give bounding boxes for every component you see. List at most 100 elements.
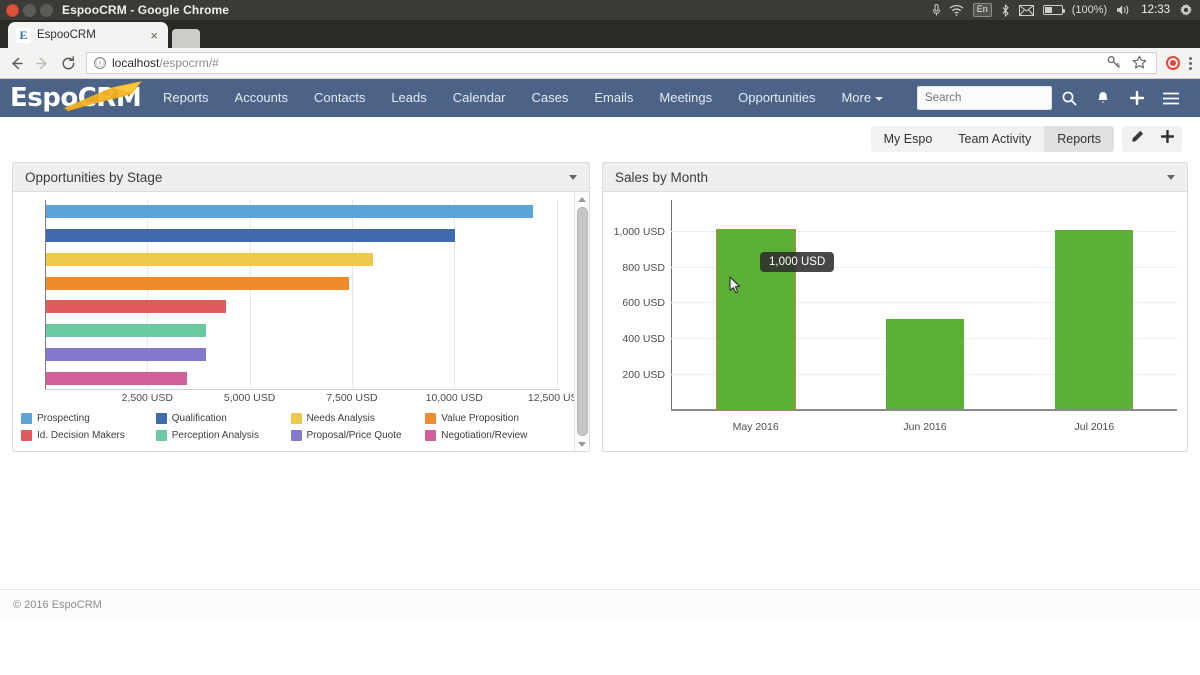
forward-arrow-icon[interactable] bbox=[34, 55, 51, 72]
legend-label: Id. Decision Makers bbox=[37, 430, 125, 441]
nav-link-opportunities[interactable]: Opportunities bbox=[725, 79, 828, 117]
bar[interactable] bbox=[46, 324, 206, 337]
nav-link-more[interactable]: More bbox=[828, 79, 896, 117]
legend-item[interactable]: Id. Decision Makers bbox=[19, 427, 154, 444]
address-bar-url: localhost/espocrm/# bbox=[112, 56, 1101, 70]
axis-tick-label: 800 USD bbox=[622, 262, 665, 274]
search-icon[interactable] bbox=[1052, 79, 1086, 117]
legend-item[interactable]: Negotiation/Review bbox=[423, 427, 558, 444]
window-controls bbox=[0, 4, 53, 17]
legend-item[interactable]: Perception Analysis bbox=[154, 427, 289, 444]
axis-tick-label: 2,500 USD bbox=[122, 392, 173, 404]
axis-tick-label: 200 USD bbox=[622, 369, 665, 381]
scrollbar-thumb[interactable] bbox=[577, 207, 588, 436]
window-maximize-button[interactable] bbox=[40, 4, 53, 17]
legend-item[interactable]: Prospecting bbox=[19, 410, 154, 427]
dashboard-page: My Espo Team Activity Reports Opportunit… bbox=[0, 117, 1200, 619]
bar[interactable] bbox=[46, 277, 349, 290]
bar[interactable] bbox=[46, 205, 533, 218]
password-key-icon[interactable] bbox=[1107, 55, 1124, 72]
scrollbar-down-arrow-icon[interactable] bbox=[575, 437, 590, 451]
legend-label: Needs Analysis bbox=[307, 413, 375, 424]
legend-item[interactable]: Qualification bbox=[154, 410, 289, 427]
scrollbar-up-arrow-icon[interactable] bbox=[575, 192, 590, 206]
bar[interactable] bbox=[886, 319, 964, 409]
global-search-input[interactable] bbox=[917, 86, 1052, 110]
legend-swatch bbox=[425, 430, 436, 441]
site-info-icon[interactable]: ⓘ bbox=[94, 57, 106, 69]
bar[interactable] bbox=[46, 372, 187, 385]
gear-icon[interactable] bbox=[1179, 3, 1193, 17]
espocrm-logo[interactable]: Espo CRM bbox=[0, 79, 146, 117]
sales-bar-chart: 200 USD400 USD600 USD800 USD1,000 USDMay… bbox=[603, 192, 1187, 451]
address-bar[interactable]: ⓘ localhost/espocrm/# bbox=[86, 52, 1157, 74]
bookmark-star-icon[interactable] bbox=[1132, 55, 1149, 72]
legend-label: Perception Analysis bbox=[172, 430, 259, 441]
kebab-menu-icon[interactable] bbox=[1189, 57, 1192, 70]
mouse-cursor-icon bbox=[729, 276, 741, 295]
bar[interactable] bbox=[46, 253, 373, 266]
reload-icon[interactable] bbox=[60, 55, 77, 72]
legend-label: Prospecting bbox=[37, 413, 90, 424]
add-dashlet-plus-icon[interactable] bbox=[1152, 126, 1182, 152]
keyboard-language-indicator[interactable]: En bbox=[973, 3, 992, 17]
legend-label: Value Proposition bbox=[441, 413, 519, 424]
dashlet-title: Sales by Month bbox=[615, 170, 708, 185]
back-arrow-icon[interactable] bbox=[8, 55, 25, 72]
dashlet-scrollbar[interactable] bbox=[574, 192, 589, 451]
tab-team-activity[interactable]: Team Activity bbox=[945, 126, 1044, 152]
notifications-bell-icon[interactable] bbox=[1086, 79, 1120, 117]
logo-text-secondary: CRM bbox=[78, 83, 141, 113]
volume-icon[interactable] bbox=[1116, 4, 1132, 16]
wifi-icon[interactable] bbox=[949, 5, 964, 16]
tab-reports[interactable]: Reports bbox=[1044, 126, 1114, 152]
nav-link-reports[interactable]: Reports bbox=[150, 79, 222, 117]
opportunities-bar-chart: 2,500 USD5,000 USD7,500 USD10,000 USD12,… bbox=[13, 192, 574, 451]
tab-close-icon[interactable]: × bbox=[148, 29, 160, 42]
mail-icon[interactable] bbox=[1019, 5, 1034, 16]
chevron-down-icon[interactable] bbox=[1167, 175, 1175, 180]
quick-create-plus-icon[interactable] bbox=[1120, 79, 1154, 117]
new-tab-button[interactable] bbox=[172, 29, 200, 48]
nav-link-accounts[interactable]: Accounts bbox=[222, 79, 301, 117]
legend-item[interactable]: Proposal/Price Quote bbox=[289, 427, 424, 444]
pencil-edit-icon[interactable] bbox=[1122, 126, 1152, 152]
bluetooth-icon[interactable] bbox=[1001, 4, 1010, 17]
legend-label: Negotiation/Review bbox=[441, 430, 527, 441]
navbar-actions bbox=[917, 79, 1188, 117]
logo-text-primary: Espo bbox=[10, 83, 78, 113]
legend-swatch bbox=[291, 413, 302, 424]
os-title-bar: EspooCRM - Google Chrome En (100%) 12:33… bbox=[0, 0, 1200, 20]
legend-item[interactable]: Needs Analysis bbox=[289, 410, 424, 427]
browser-tab[interactable]: E EspooCRM × bbox=[8, 22, 168, 48]
dashlet-header: Sales by Month bbox=[603, 163, 1187, 192]
tab-my-espo[interactable]: My Espo bbox=[871, 126, 946, 152]
bar[interactable] bbox=[46, 348, 206, 361]
dashboard-action-group bbox=[1122, 126, 1182, 152]
dashlet-body: 2,500 USD5,000 USD7,500 USD10,000 USD12,… bbox=[13, 192, 589, 451]
axis-category-label: Jul 2016 bbox=[1074, 421, 1114, 433]
screen-record-icon[interactable] bbox=[1166, 56, 1180, 70]
nav-link-emails[interactable]: Emails bbox=[581, 79, 646, 117]
hamburger-menu-icon[interactable] bbox=[1154, 79, 1188, 117]
nav-link-cases[interactable]: Cases bbox=[519, 79, 582, 117]
clock[interactable]: 12:33 bbox=[1141, 4, 1170, 16]
chart-plot-area: 200 USD400 USD600 USD800 USD1,000 USDMay… bbox=[671, 208, 1177, 411]
nav-link-contacts[interactable]: Contacts bbox=[301, 79, 378, 117]
legend-swatch bbox=[425, 413, 436, 424]
nav-link-leads[interactable]: Leads bbox=[378, 79, 439, 117]
chart-plot-area bbox=[45, 200, 560, 390]
nav-link-meetings[interactable]: Meetings bbox=[646, 79, 725, 117]
bar[interactable] bbox=[46, 300, 226, 313]
scrollbar-track[interactable] bbox=[575, 206, 590, 437]
window-minimize-button[interactable] bbox=[23, 4, 36, 17]
bar[interactable] bbox=[1055, 230, 1133, 409]
nav-link-calendar[interactable]: Calendar bbox=[440, 79, 519, 117]
window-close-button[interactable] bbox=[6, 4, 19, 17]
battery-icon[interactable] bbox=[1043, 5, 1063, 15]
microphone-icon[interactable] bbox=[933, 4, 940, 16]
bar[interactable] bbox=[46, 229, 455, 242]
chevron-down-icon[interactable] bbox=[569, 175, 577, 180]
legend-item[interactable]: Value Proposition bbox=[423, 410, 558, 427]
dashlet-opportunities-by-stage: Opportunities by Stage 2,500 USD5,000 US… bbox=[12, 162, 590, 452]
